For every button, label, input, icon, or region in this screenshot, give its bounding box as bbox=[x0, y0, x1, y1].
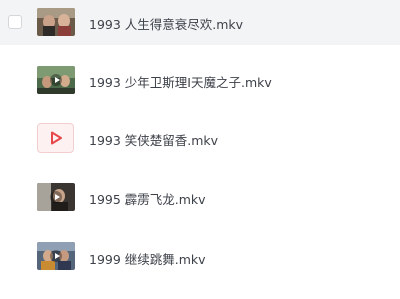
video-thumbnail bbox=[37, 66, 75, 94]
play-icon bbox=[50, 250, 62, 262]
file-name[interactable]: 1993 少年卫斯理I天魔之子.mkv bbox=[89, 72, 272, 91]
file-name[interactable]: 1995 霹雳飞龙.mkv bbox=[89, 189, 206, 208]
file-row[interactable]: 1993 笑侠楚留香.mkv bbox=[0, 116, 400, 161]
video-thumbnail bbox=[37, 183, 75, 211]
play-icon bbox=[50, 131, 62, 145]
file-row[interactable]: 1993 人生得意衰尽欢.mkv bbox=[0, 0, 400, 45]
file-name[interactable]: 1993 笑侠楚留香.mkv bbox=[89, 130, 218, 149]
file-row[interactable]: 1993 少年卫斯理I天魔之子.mkv bbox=[0, 58, 400, 103]
file-name[interactable]: 1993 人生得意衰尽欢.mkv bbox=[89, 14, 243, 33]
select-checkbox[interactable] bbox=[8, 15, 22, 29]
file-name[interactable]: 1999 继续跳舞.mkv bbox=[89, 249, 206, 268]
file-list: 1993 人生得意衰尽欢.mkv 1993 少年卫斯理I天魔之子.mkv 199… bbox=[0, 0, 400, 299]
video-thumbnail bbox=[37, 8, 75, 36]
file-row[interactable]: 1995 霹雳飞龙.mkv bbox=[0, 175, 400, 220]
video-thumbnail bbox=[37, 242, 75, 270]
play-icon bbox=[50, 74, 62, 86]
video-file-icon bbox=[37, 123, 74, 153]
play-icon bbox=[50, 191, 62, 203]
file-row[interactable]: 1999 继续跳舞.mkv bbox=[0, 235, 400, 280]
